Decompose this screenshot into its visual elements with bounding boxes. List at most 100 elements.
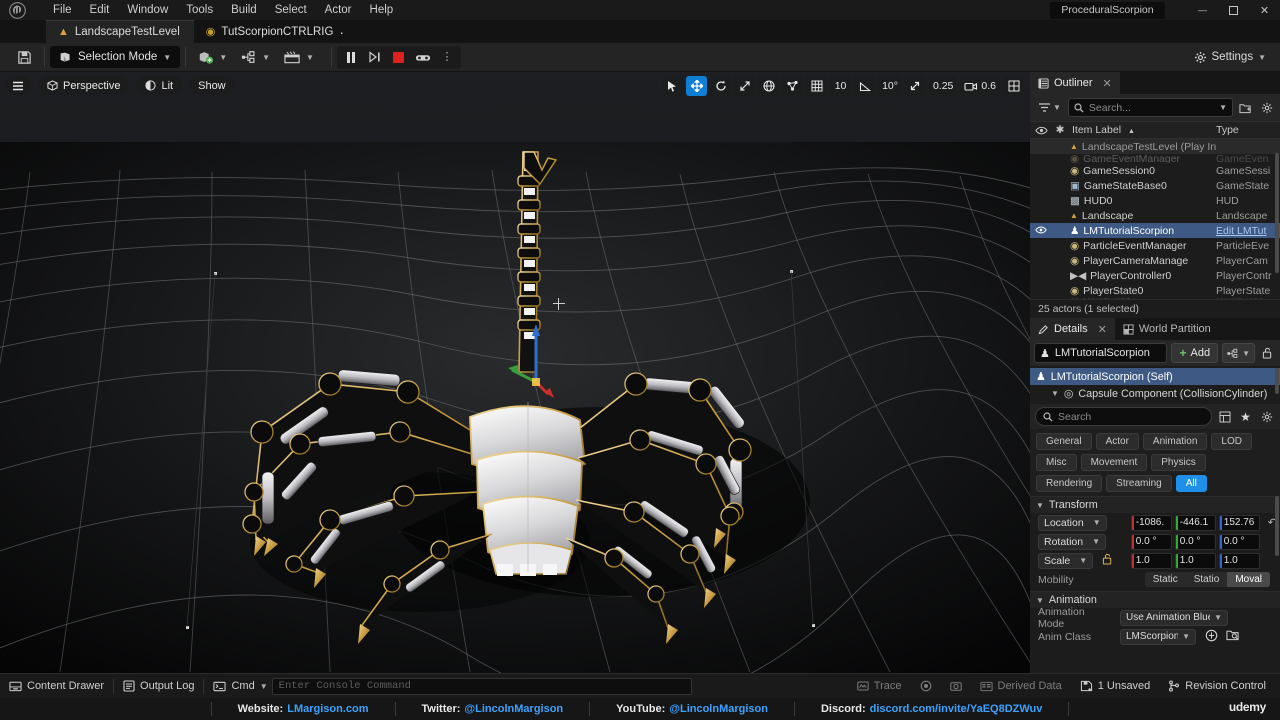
transform-section-header[interactable]: ▼ Transform bbox=[1030, 496, 1280, 513]
social-youtube[interactable]: YouTube: @LincolnMargison bbox=[590, 703, 794, 715]
details-favorites-button[interactable]: ★ bbox=[1237, 408, 1254, 426]
derived-data-button[interactable]: Derived Data bbox=[971, 674, 1071, 699]
unreal-engine-logo-icon[interactable] bbox=[0, 0, 34, 20]
menu-build[interactable]: Build bbox=[222, 0, 266, 20]
scale-lock-icon[interactable] bbox=[1102, 553, 1113, 568]
scale-label-button[interactable]: Scale ▼ bbox=[1038, 552, 1094, 569]
view-mode-dropdown[interactable]: Lit bbox=[136, 76, 183, 95]
browse-icon[interactable] bbox=[1205, 629, 1218, 645]
menu-actor[interactable]: Actor bbox=[316, 0, 361, 20]
discord-link[interactable]: discord.com/invite/YaEQ8DZWuv bbox=[870, 703, 1043, 715]
social-discord[interactable]: Discord: discord.com/invite/YaEQ8DZWuv bbox=[795, 703, 1068, 715]
view-type-dropdown[interactable]: Perspective bbox=[38, 76, 130, 95]
website-link[interactable]: LMargison.com bbox=[287, 703, 368, 715]
menu-help[interactable]: Help bbox=[361, 0, 403, 20]
blueprints-button[interactable]: ▼ bbox=[234, 46, 277, 68]
rotation-label-button[interactable]: Rotation ▼ bbox=[1038, 533, 1107, 550]
add-component-button[interactable]: + Add bbox=[1171, 343, 1219, 363]
chip-animation[interactable]: Animation bbox=[1142, 433, 1208, 450]
eye-icon[interactable] bbox=[1030, 124, 1052, 136]
outliner-row[interactable]: ◉ GameEventManager GameEven bbox=[1030, 154, 1280, 163]
close-icon[interactable]: ✕ bbox=[1103, 77, 1112, 90]
outliner-row-selected[interactable]: ♟ LMTutorialScorpion Edit LMTut bbox=[1030, 223, 1280, 238]
row-type[interactable]: Edit LMTut bbox=[1216, 225, 1280, 237]
quick-add-actor-button[interactable]: ▼ bbox=[191, 46, 234, 68]
chip-physics[interactable]: Physics bbox=[1151, 454, 1206, 471]
rotation-x-input[interactable]: 0.0 ° bbox=[1130, 533, 1172, 550]
find-in-content-icon[interactable] bbox=[1226, 629, 1239, 644]
outliner-list[interactable]: ▲LandscapeTestLevel (Play In Editor) ◉Ga… bbox=[1030, 139, 1280, 299]
chevron-down-icon[interactable]: ▼ bbox=[1051, 389, 1059, 398]
close-button[interactable]: ✕ bbox=[1249, 0, 1280, 20]
show-flags-dropdown[interactable]: Show bbox=[189, 76, 235, 95]
scale-tool[interactable] bbox=[734, 76, 756, 96]
coordinate-space-button[interactable] bbox=[758, 76, 780, 96]
outliner-row[interactable]: ▣ GameStateBase0 GameState bbox=[1030, 178, 1280, 193]
component-tree[interactable]: ♟ LMTutorialScorpion (Self) ▼ ◎ Capsule … bbox=[1030, 366, 1280, 404]
tab-outliner[interactable]: Outliner ✕ bbox=[1030, 72, 1120, 94]
location-z-input[interactable]: 152.76 bbox=[1218, 514, 1260, 531]
camera-speed-button[interactable]: 0.6 bbox=[960, 76, 1000, 96]
tab-world-partition[interactable]: World Partition bbox=[1114, 318, 1219, 340]
outliner-row[interactable]: ▶◀ PlayerController0 PlayerContr bbox=[1030, 268, 1280, 283]
viewport-layout-button[interactable] bbox=[1003, 76, 1024, 96]
chip-movement[interactable]: Movement bbox=[1080, 454, 1148, 471]
grid-snap-button[interactable] bbox=[806, 76, 828, 96]
outliner-scrollbar[interactable] bbox=[1275, 153, 1279, 273]
unsaved-button[interactable]: 1 Unsaved bbox=[1071, 674, 1160, 699]
tab-details[interactable]: Details ✕ bbox=[1030, 318, 1115, 340]
twitter-link[interactable]: @LincolnMargison bbox=[464, 703, 563, 715]
stop-button[interactable] bbox=[388, 48, 410, 67]
revision-control-button[interactable]: Revision Control bbox=[1159, 674, 1280, 699]
content-drawer-button[interactable]: Content Drawer bbox=[0, 674, 113, 699]
social-twitter[interactable]: Twitter: @LincolnMargison bbox=[396, 703, 590, 715]
viewport-menu-button[interactable] bbox=[5, 76, 31, 95]
scale-y-input[interactable]: 1.0 bbox=[1174, 552, 1216, 569]
close-icon[interactable]: ✕ bbox=[1098, 323, 1107, 336]
menu-file[interactable]: File bbox=[44, 0, 81, 20]
chip-streaming[interactable]: Streaming bbox=[1106, 475, 1172, 492]
rotate-tool[interactable] bbox=[710, 76, 732, 96]
visibility-toggle[interactable] bbox=[1030, 226, 1052, 236]
details-scrollbar[interactable] bbox=[1275, 496, 1279, 556]
details-columns-button[interactable] bbox=[1216, 408, 1233, 426]
location-x-input[interactable]: -1086. bbox=[1130, 514, 1172, 531]
star-icon[interactable]: ✱ bbox=[1052, 124, 1068, 136]
select-tool[interactable] bbox=[662, 76, 684, 96]
trace-record-button[interactable] bbox=[911, 674, 941, 699]
mobility-static[interactable]: Static bbox=[1145, 572, 1186, 587]
open-blueprint-button[interactable]: ▼ bbox=[1222, 343, 1255, 363]
mobility-stationary[interactable]: Statio bbox=[1186, 572, 1228, 587]
trace-button[interactable]: Trace bbox=[848, 674, 911, 699]
outliner-row-level[interactable]: ▲LandscapeTestLevel (Play In Editor) bbox=[1030, 139, 1280, 154]
scale-z-input[interactable]: 1.0 bbox=[1218, 552, 1260, 569]
output-log-button[interactable]: Output Log bbox=[114, 674, 203, 699]
outliner-row[interactable]: ◉PointLight PointLight bbox=[1030, 298, 1280, 299]
scale-snap-value[interactable]: 0.25 bbox=[928, 76, 958, 96]
anim-class-dropdown[interactable]: LMScorpion ▼ bbox=[1120, 628, 1196, 645]
angle-snap-button[interactable] bbox=[854, 76, 876, 96]
new-folder-button[interactable] bbox=[1237, 99, 1254, 117]
outliner-row[interactable]: ▲ Landscape Landscape bbox=[1030, 208, 1280, 223]
details-search-input[interactable]: Search bbox=[1035, 407, 1212, 426]
level-viewport[interactable]: Perspective Lit Show 10 10° 0.25 0.6 bbox=[0, 72, 1030, 673]
outliner-row[interactable]: ◉ GameSession0 GameSessi bbox=[1030, 163, 1280, 178]
outliner-row[interactable]: ◉ PlayerState0 PlayerState bbox=[1030, 283, 1280, 298]
cinematics-button[interactable]: ▼ bbox=[277, 46, 321, 68]
menu-edit[interactable]: Edit bbox=[81, 0, 119, 20]
chevron-down-icon[interactable]: ▼ bbox=[1219, 103, 1227, 112]
rotation-y-input[interactable]: 0.0 ° bbox=[1174, 533, 1216, 550]
component-row-capsule[interactable]: ▼ ◎ Capsule Component (CollisionCylinder… bbox=[1030, 385, 1280, 402]
youtube-link[interactable]: @LincolnMargison bbox=[669, 703, 768, 715]
social-website[interactable]: Website: LMargison.com bbox=[212, 703, 395, 715]
details-settings-button[interactable] bbox=[1258, 408, 1275, 426]
pause-button[interactable] bbox=[340, 48, 362, 67]
angle-snap-value[interactable]: 10° bbox=[878, 76, 902, 96]
chip-actor[interactable]: Actor bbox=[1095, 433, 1139, 450]
surface-snap-button[interactable] bbox=[782, 76, 804, 96]
outliner-settings-button[interactable] bbox=[1258, 99, 1275, 117]
chip-general[interactable]: General bbox=[1036, 433, 1092, 450]
play-options-button[interactable]: ⋮ bbox=[436, 48, 458, 67]
rotation-z-input[interactable]: 0.0 ° bbox=[1218, 533, 1260, 550]
scale-x-input[interactable]: 1.0 bbox=[1130, 552, 1172, 569]
